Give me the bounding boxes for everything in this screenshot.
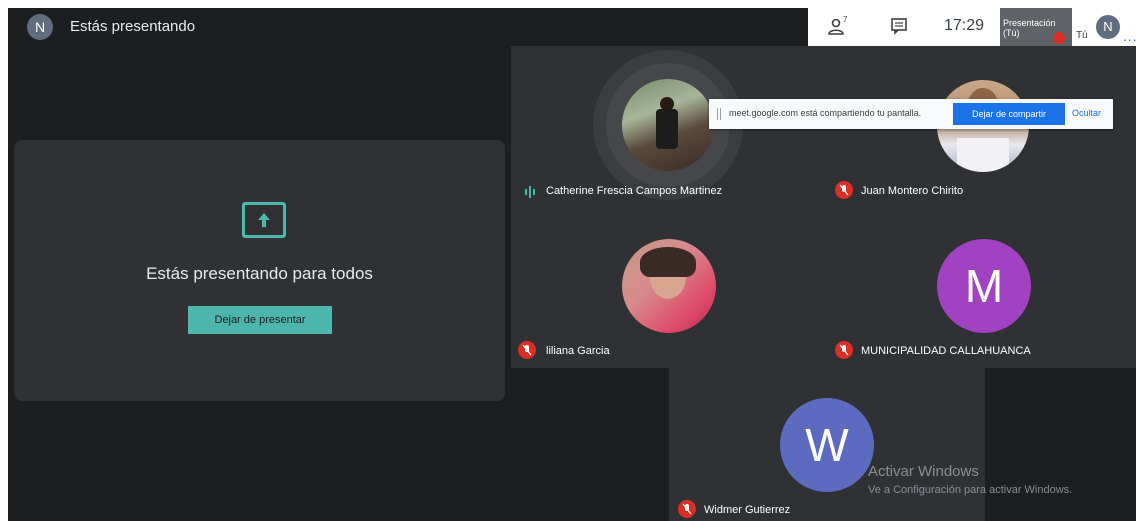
participant-name: MUNICIPALIDAD CALLAHUANCA	[861, 345, 1031, 357]
clock: 17:29	[944, 17, 985, 34]
user-avatar[interactable]: N	[27, 14, 53, 40]
participant-photo	[622, 239, 716, 333]
participant-avatar: M	[937, 239, 1031, 333]
muted-mic-icon	[835, 181, 853, 199]
presenting-message: Estás presentando para todos	[146, 264, 373, 283]
participant-avatar: W	[780, 398, 874, 492]
chat-icon[interactable]	[890, 17, 908, 40]
muted-mic-icon	[678, 500, 696, 518]
meeting-controls-bar: 7 17:29 Presentación (Tú) Tú N ...	[808, 8, 1136, 46]
share-notification-text: meet.google.com está compartiendo tu pan…	[729, 108, 922, 118]
participant-name: Juan Montero Chirito	[861, 185, 964, 197]
participant-name: Catherine Frescia Campos Martinez	[546, 185, 723, 197]
self-avatar[interactable]: N	[1096, 15, 1120, 39]
presenting-title: Estás presentando	[70, 18, 196, 35]
people-icon[interactable]: 7	[828, 15, 850, 42]
presentation-thumbnail[interactable]: Presentación (Tú)	[1000, 8, 1072, 46]
more-options-icon[interactable]: ...	[1123, 28, 1136, 44]
muted-mic-icon	[835, 341, 853, 359]
screen-share-notification: meet.google.com está compartiendo tu pan…	[709, 99, 1113, 129]
present-screen-icon	[242, 202, 286, 238]
windows-activation-subtitle: Ve a Configuración para activar Windows.	[868, 484, 1073, 496]
people-count: 7	[843, 15, 848, 24]
hide-notification-link[interactable]: Ocultar	[1072, 108, 1101, 118]
muted-mic-icon	[518, 341, 536, 359]
speaking-indicator-icon	[524, 185, 538, 203]
participant-photo	[622, 79, 714, 171]
top-bar: N Estás presentando	[8, 8, 808, 46]
stop-presenting-button[interactable]: Dejar de presentar	[188, 306, 332, 334]
windows-activation-title: Activar Windows	[868, 463, 979, 480]
stop-sharing-button[interactable]: Dejar de compartir	[953, 103, 1065, 125]
muted-mic-icon	[1053, 32, 1065, 44]
self-label: Tú	[1076, 30, 1088, 41]
presenting-card: Estás presentando para todos Dejar de pr…	[14, 140, 505, 401]
drag-handle-icon[interactable]	[717, 108, 721, 120]
participant-name: liliana Garcia	[546, 345, 610, 357]
participant-name: Widmer Gutierrez	[704, 504, 791, 516]
meet-window: N Estás presentando 7 17:29 Presentación…	[8, 8, 1136, 521]
